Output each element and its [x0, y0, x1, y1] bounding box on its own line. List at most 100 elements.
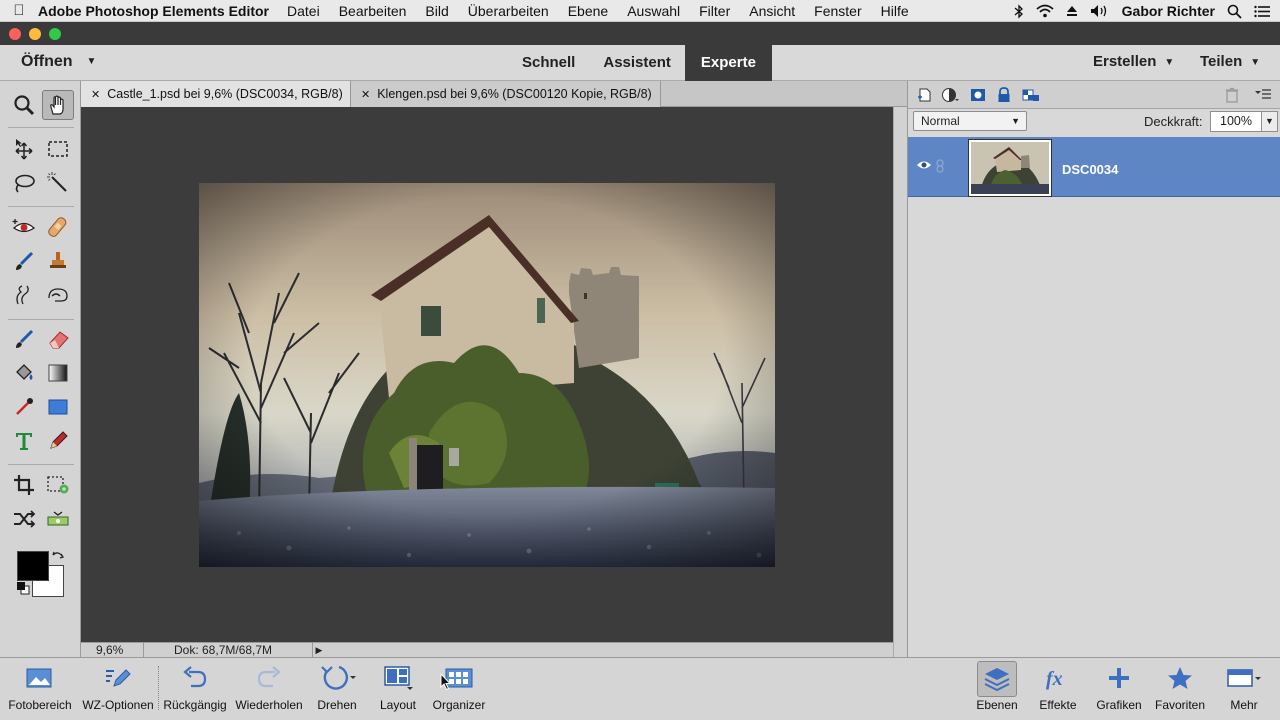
swap-colors-icon[interactable] [51, 551, 65, 563]
red-eye-tool[interactable] [8, 212, 40, 242]
canvas-scrollbar[interactable] [893, 107, 907, 657]
clone-stamp-tool[interactable] [42, 246, 74, 276]
blend-mode-select[interactable]: Normal ▼ [913, 111, 1027, 131]
layers-panel: Normal ▼ Deckkraft: 100% ▼ DSC0034 [907, 81, 1280, 657]
link-chain-icon[interactable] [935, 159, 945, 173]
window-minimize-button[interactable] [29, 28, 41, 40]
window-zoom-button[interactable] [49, 28, 61, 40]
layer-row-dsc0034[interactable]: DSC0034 [908, 137, 1280, 197]
window-close-button[interactable] [9, 28, 21, 40]
pencil-tool[interactable] [42, 426, 74, 456]
move-icon [15, 139, 33, 160]
status-menu-arrow-icon[interactable]: ▶ [313, 643, 325, 658]
quick-selection-tool[interactable] [42, 168, 74, 198]
rectangular-marquee-tool[interactable] [42, 134, 74, 164]
mode-quick[interactable]: Schnell [508, 45, 589, 81]
menu-select[interactable]: Auswahl [627, 3, 680, 19]
content-aware-move-tool[interactable] [8, 504, 40, 534]
organizer-label: Organizer [432, 698, 486, 712]
spotlight-search-icon[interactable] [1227, 4, 1242, 19]
effects-panel-button[interactable]: fx Effekte [1034, 658, 1082, 720]
trash-icon[interactable] [1223, 87, 1241, 103]
mouse-cursor-icon [440, 673, 452, 691]
move-tool[interactable] [8, 134, 40, 164]
foreground-color-swatch[interactable] [17, 551, 49, 581]
chevron-down-icon: ▼ [1011, 116, 1020, 126]
recompose-tool[interactable] [42, 470, 74, 500]
eye-icon [12, 219, 36, 233]
gradient-tool[interactable] [42, 358, 74, 388]
close-tab-icon[interactable]: ✕ [361, 89, 370, 101]
photo-bin-button[interactable]: Fotobereich [4, 658, 76, 720]
brush-tool[interactable] [8, 324, 40, 354]
default-colors-icon[interactable] [16, 581, 30, 595]
notification-center-icon[interactable] [1254, 5, 1270, 18]
paint-bucket-tool[interactable] [8, 358, 40, 388]
paint-bucket-icon [16, 364, 33, 380]
close-tab-icon[interactable]: ✕ [91, 89, 100, 101]
menu-image[interactable]: Bild [425, 3, 448, 19]
layout-button[interactable]: Layout [376, 658, 420, 720]
type-tool[interactable] [8, 426, 40, 456]
app-name-menu[interactable]: Adobe Photoshop Elements Editor [38, 3, 269, 19]
menu-file[interactable]: Datei [287, 3, 320, 19]
eyedropper-tool[interactable] [8, 392, 40, 422]
lock-transparency-icon[interactable] [1022, 87, 1040, 103]
volume-icon[interactable] [1090, 4, 1110, 18]
bandage-icon [48, 217, 67, 237]
favorites-panel-button[interactable]: Favoriten [1152, 658, 1208, 720]
graphics-panel-button[interactable]: Grafiken [1094, 658, 1144, 720]
smart-brush-tool[interactable] [8, 246, 40, 276]
eject-icon[interactable] [1066, 5, 1078, 17]
more-panels-button[interactable]: Mehr [1220, 658, 1268, 720]
spot-healing-tool[interactable] [42, 212, 74, 242]
user-name[interactable]: Gabor Richter [1122, 3, 1215, 19]
layers-panel-button[interactable]: Ebenen [974, 658, 1020, 720]
shape-tool[interactable] [42, 392, 74, 422]
organizer-button[interactable]: Organizer [430, 658, 488, 720]
wifi-icon[interactable] [1036, 4, 1054, 18]
menu-enhance[interactable]: Überarbeiten [468, 3, 549, 19]
open-button[interactable]: Öffnen ▼ [21, 53, 96, 71]
zoom-tool[interactable] [8, 90, 40, 120]
tab-klengen-document[interactable]: ✕ Klengen.psd bei 9,6% (DSC00120 Kopie, R… [351, 81, 661, 128]
menu-view[interactable]: Ansicht [749, 3, 795, 19]
panel-menu-icon[interactable] [1254, 87, 1272, 103]
tool-options-button[interactable]: WZ-Optionen [78, 658, 158, 720]
share-button[interactable]: Teilen ▼ [1200, 53, 1260, 70]
hand-tool[interactable] [42, 90, 74, 120]
eraser-tool[interactable] [42, 324, 74, 354]
opacity-dropdown-button[interactable]: ▼ [1261, 111, 1278, 132]
mac-menubar:  Adobe Photoshop Elements Editor Datei … [0, 0, 1280, 22]
new-layer-icon[interactable] [916, 87, 934, 103]
lasso-tool[interactable] [8, 168, 40, 198]
redo-button[interactable]: Wiederholen [233, 658, 305, 720]
menu-help[interactable]: Hilfe [881, 3, 909, 19]
castle-photo[interactable] [199, 183, 775, 567]
visibility-eye-icon[interactable] [916, 159, 932, 171]
recompose-icon [47, 476, 69, 494]
bluetooth-icon[interactable] [1014, 3, 1024, 19]
straighten-tool[interactable] [42, 504, 74, 534]
mode-expert[interactable]: Experte [684, 45, 772, 81]
smudge-tool[interactable] [42, 280, 74, 310]
create-button[interactable]: Erstellen ▼ [1093, 53, 1174, 70]
mode-guided[interactable]: Assistent [589, 45, 685, 81]
menu-edit[interactable]: Bearbeiten [339, 3, 407, 19]
menu-layer[interactable]: Ebene [568, 3, 608, 19]
tool-options-label: WZ-Optionen [82, 698, 154, 712]
zoom-level[interactable]: 9,6% [96, 643, 123, 658]
crop-tool[interactable] [8, 470, 40, 500]
lock-all-icon[interactable] [995, 87, 1013, 103]
menu-window[interactable]: Fenster [814, 3, 861, 19]
layer-mask-icon[interactable] [969, 87, 987, 103]
adjustment-layer-icon[interactable] [941, 87, 959, 103]
opacity-input[interactable]: 100% [1210, 111, 1262, 132]
custom-shape-selection-tool[interactable] [8, 280, 40, 310]
undo-button[interactable]: Rückgängig [160, 658, 230, 720]
tab-castle-document[interactable]: ✕ Castle_1.psd bei 9,6% (DSC0034, RGB/8) … [81, 81, 351, 128]
document-tabs: ✕ Castle_1.psd bei 9,6% (DSC0034, RGB/8) … [81, 81, 907, 128]
apple-icon[interactable]:  [0, 2, 38, 19]
rotate-button[interactable]: Drehen [312, 658, 362, 720]
menu-filter[interactable]: Filter [699, 3, 730, 19]
